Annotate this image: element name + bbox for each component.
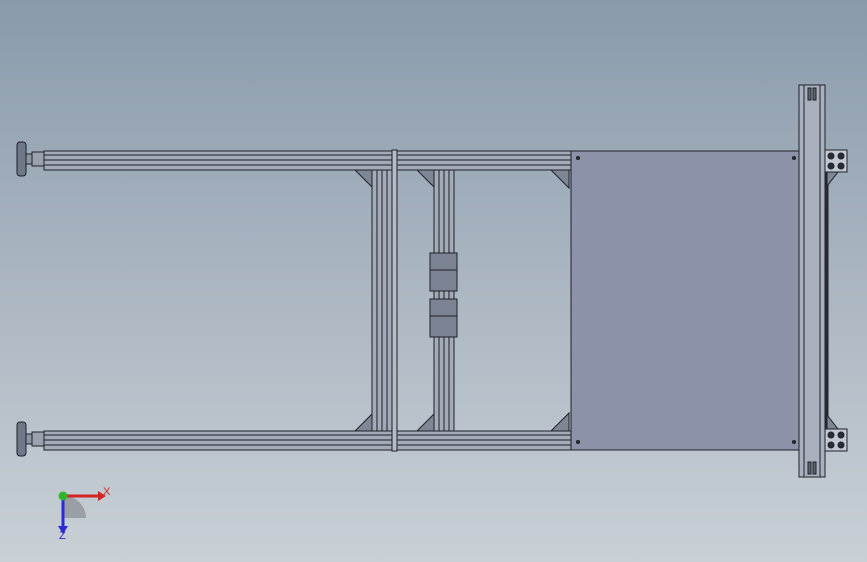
- graphics-viewport[interactable]: X Z: [0, 0, 867, 562]
- end-connector-bottom: [824, 413, 848, 452]
- clamp-block-lower: [429, 298, 458, 338]
- mounting-plate: [570, 150, 800, 451]
- profile-rail-top: [43, 150, 572, 171]
- clamp-block-upper: [429, 252, 458, 292]
- leveling-foot-bottom: [16, 421, 45, 457]
- end-connector-top: [824, 149, 848, 188]
- end-profile-right: [798, 84, 829, 478]
- orientation-triad[interactable]: X Z: [40, 478, 120, 548]
- axis-x-label: X: [103, 486, 111, 498]
- profile-rail-bottom: [43, 430, 572, 451]
- axis-z-label: Z: [59, 530, 66, 542]
- cad-model-view[interactable]: [0, 0, 867, 562]
- leveling-foot-top: [16, 141, 45, 177]
- profile-upright-1: [371, 169, 393, 432]
- divider-bar: [391, 149, 398, 452]
